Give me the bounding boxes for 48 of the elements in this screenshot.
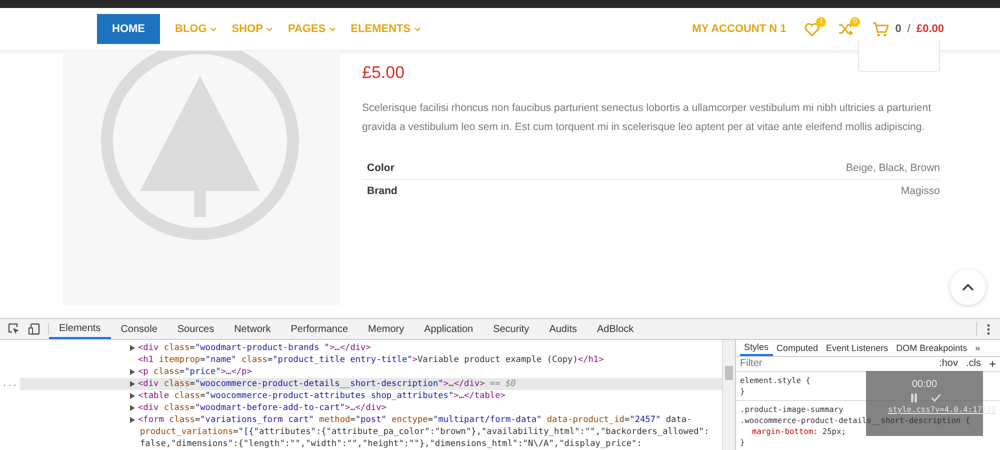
dom-node[interactable]: <table class="woocommerce-product-attributes shop_attributes">…</table>	[20, 390, 722, 402]
product-price: £5.00	[362, 63, 406, 83]
more-tabs-button[interactable]: »	[971, 340, 984, 356]
devtools-tab[interactable]: Elements	[49, 319, 111, 339]
more-icon[interactable]	[987, 324, 990, 334]
devtools-tab[interactable]: Security	[483, 319, 540, 339]
filter-field[interactable]: Filter	[740, 358, 932, 370]
attribute-value: Magisso	[900, 185, 940, 197]
scrollbar[interactable]	[722, 340, 735, 450]
dom-node[interactable]: <div class="woocommerce-product-details__short-description">…</div> == $0	[20, 378, 722, 390]
recording-time: 00:00	[912, 379, 938, 390]
styles-tab[interactable]: Computed	[772, 340, 822, 356]
separator: /	[907, 23, 910, 35]
cart-total[interactable]: £0.00	[916, 23, 944, 35]
add-rule-button[interactable]: +	[988, 356, 996, 371]
inspect-icon[interactable]	[8, 323, 20, 335]
styles-tab[interactable]: DOM Breakpoints	[892, 340, 972, 356]
devtools-tab[interactable]: Console	[110, 319, 168, 339]
dom-node[interactable]: product_variations="[{"attributes":{"attribute_pa_color":"brown"},"availability_html":"","backorders_allowed":	[20, 426, 722, 438]
expand-arrow-icon[interactable]	[130, 345, 135, 351]
dom-node[interactable]: false,"dimensions":{"length":"","width":"","height":""},"dimensions_html":"N\/A","display_price":	[20, 438, 722, 450]
hover-toggle[interactable]: :hov	[939, 358, 958, 370]
devtools-tab[interactable]: Performance	[280, 319, 358, 339]
dom-node[interactable]: <h1 itemprop="name" class="product_title entry-title">Variable product example (Copy)</h1>	[20, 354, 722, 366]
styles-tab[interactable]: Styles	[740, 340, 773, 356]
device-icon[interactable]	[28, 323, 40, 335]
check-icon[interactable]	[930, 393, 940, 403]
product-description: Scelerisque facilisi rhoncus non faucibus parturient senectus lobortis a ullamcorper vestibulum mi nibh ultricies a parturient gravida a vestibulum leo sem in. Est cum torquent mi in scelerisque leo aptent per at vitae ante eleifend mollis adipiscing.	[362, 101, 932, 135]
devtools-tab[interactable]: Audits	[539, 319, 587, 339]
attribute-name: Brand	[367, 185, 398, 197]
chevron-up-icon	[962, 283, 974, 291]
attribute-name: Color	[367, 162, 394, 174]
devtools-tab[interactable]: AdBlock	[586, 319, 644, 339]
dom-node[interactable]: <form class="variations_form cart" method="post" enctype="multipart/form-data" data-product_id="2457" data-	[20, 414, 722, 426]
devtools-tab[interactable]: Memory	[358, 319, 414, 339]
devtools-tab[interactable]: Network	[224, 319, 281, 339]
pause-icon[interactable]	[908, 393, 918, 403]
dom-node[interactable]: <p class="price">…</p>	[20, 366, 722, 378]
devtools-tab[interactable]: Application	[414, 319, 484, 339]
more-marker: ...	[2, 379, 18, 389]
dom-node[interactable]: <div class="woodmart-product-brands ">…</div>	[20, 342, 722, 354]
styles-tab[interactable]: Event Listeners	[822, 340, 892, 356]
nav-link[interactable]: HOME	[97, 14, 160, 44]
dom-node[interactable]: <div class="woodmart-before-add-to-cart">…</div>	[20, 402, 722, 414]
cart-count: 0	[895, 23, 902, 35]
class-toggle[interactable]: .cls	[966, 358, 981, 370]
devtools-tab[interactable]: Sources	[167, 319, 224, 339]
attribute-value: Beige, Black, Brown	[846, 162, 940, 174]
